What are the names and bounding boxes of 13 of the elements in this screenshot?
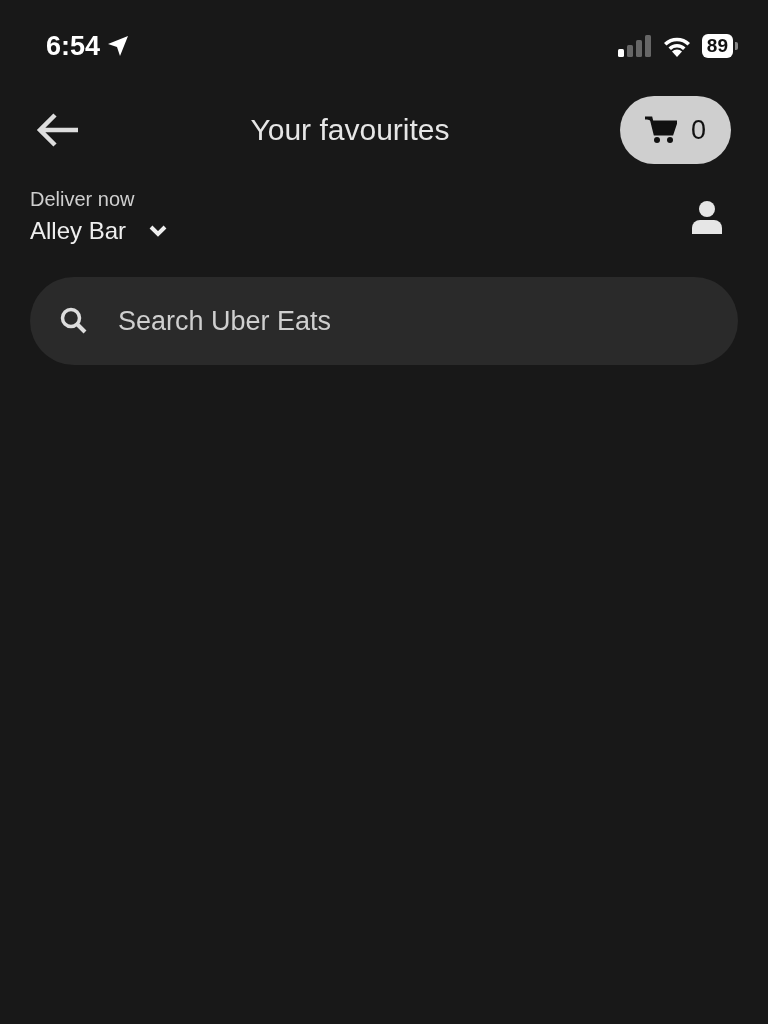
page-title: Your favourites [250,113,450,147]
location-selector[interactable]: Alley Bar [30,217,169,245]
status-time: 6:54 [46,30,101,62]
chevron-down-icon [148,224,169,238]
deliver-label: Deliver now [30,188,136,211]
search-field[interactable]: Search Uber Eats [30,277,738,365]
search-icon [60,307,88,335]
cart-button[interactable]: 0 [620,96,731,164]
signal-icon [617,35,652,57]
profile-button[interactable] [692,199,722,234]
back-button[interactable] [36,112,80,148]
cart-icon [644,116,677,144]
location-arrow-icon [106,34,131,58]
